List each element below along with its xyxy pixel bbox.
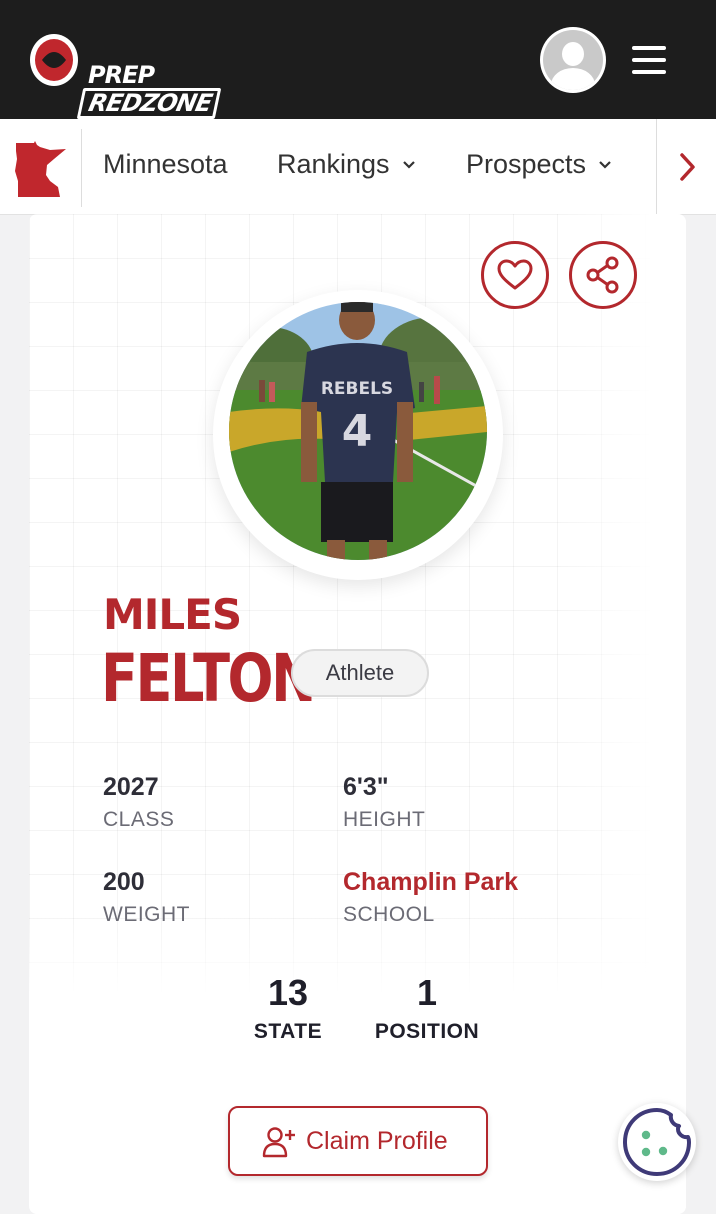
cookie-settings-button[interactable]: [618, 1103, 696, 1181]
nav-item-label: Rankings: [277, 149, 390, 179]
logo-text-redzone: REDZONE: [76, 88, 222, 119]
nav-item-label: Minnesota: [103, 149, 228, 179]
position-badge: Athlete: [291, 649, 429, 697]
state-rank-value: 13: [267, 972, 309, 1013]
player-first-name: MILES: [103, 590, 242, 639]
stat-weight-value: 200: [103, 868, 145, 896]
favorite-button[interactable]: [481, 241, 549, 309]
state-rank-label: STATE: [253, 1020, 323, 1043]
player-last-name: FELTON: [101, 640, 316, 717]
chevron-down-icon: [599, 161, 611, 169]
stat-class-value: 2027: [103, 773, 159, 801]
state-nav-bar: Minnesota Rankings Prospects: [0, 119, 716, 215]
position-rank-value: 1: [416, 972, 438, 1013]
prep-redzone-logo[interactable]: PREP REDZONE: [28, 30, 222, 119]
stat-class-label: CLASS: [103, 808, 175, 831]
share-icon: [586, 256, 619, 294]
hamburger-menu-icon[interactable]: [632, 44, 668, 76]
stat-height-label: HEIGHT: [343, 808, 426, 831]
nav-divider: [81, 129, 82, 207]
share-button[interactable]: [569, 241, 637, 309]
svg-text:4: 4: [342, 406, 373, 457]
add-user-icon: [262, 1127, 295, 1158]
stat-weight-label: WEIGHT: [103, 903, 190, 926]
nav-item-minnesota[interactable]: Minnesota: [103, 149, 228, 180]
nav-item-prospects[interactable]: Prospects: [466, 149, 612, 180]
claim-profile-label: Claim Profile: [306, 1127, 448, 1155]
football-logo-icon: [30, 34, 78, 86]
chevron-right-icon: [680, 153, 695, 181]
school-link[interactable]: Champlin Park: [343, 868, 518, 897]
stat-height-value: 6'3": [343, 773, 389, 801]
minnesota-state-icon[interactable]: [14, 141, 68, 199]
user-avatar-icon[interactable]: [540, 27, 606, 93]
logo-text-prep: PREP: [88, 61, 155, 89]
nav-item-label: Prospects: [466, 149, 587, 179]
svg-text:REBELS: REBELS: [321, 379, 393, 399]
nav-scroll-next-button[interactable]: [656, 119, 716, 214]
chevron-down-icon: [402, 161, 415, 169]
nav-item-rankings[interactable]: Rankings: [277, 149, 416, 180]
player-photo: REBELS 4: [229, 302, 487, 560]
cookie-icon: [623, 1108, 691, 1176]
stat-school-label: SCHOOL: [343, 903, 435, 926]
claim-profile-button[interactable]: Claim Profile: [228, 1106, 488, 1176]
heart-icon: [497, 259, 533, 290]
top-header: PREP REDZONE: [0, 0, 716, 119]
position-rank-label: POSITION: [374, 1020, 480, 1043]
